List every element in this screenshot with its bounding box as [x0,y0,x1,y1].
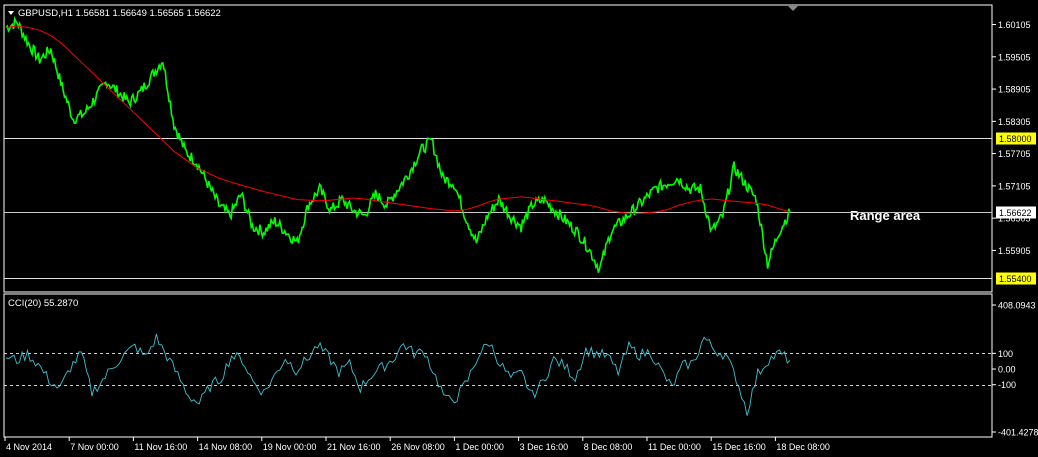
time-tick-label: 11 Nov 16:00 [134,442,187,452]
chart-window: GBPUSD,H1 1.56581 1.56649 1.56565 1.5662… [0,0,1038,457]
price-tick-label: 1.59505 [998,52,1031,62]
symbol-header: GBPUSD,H1 1.56581 1.56649 1.56565 1.5662… [18,8,221,19]
price-tick-label: 1.57105 [998,181,1031,191]
cci-panel-frame [3,293,993,438]
price-tick-label: 1.58905 [998,85,1031,95]
time-tick-label: 8 Dec 08:00 [584,442,633,452]
cci-tick-label: -100 [998,380,1016,390]
price-tick-label: 1.57705 [998,149,1031,159]
cci-tick-label: -401.4278 [998,428,1038,438]
time-axis: 4 Nov 2014 7 Nov 00:00 11 Nov 16:00 14 Nov … [4,437,830,452]
price-tick-label: 1.58305 [998,117,1031,127]
time-tick-label: 26 Nov 08:00 [391,442,445,452]
time-tick-label: 4 Nov 2014 [6,442,52,452]
time-tick-label: 15 Dec 16:00 [712,442,766,452]
time-tick-label: 14 Nov 08:00 [199,442,253,452]
hline-price-label: 1.58000 [999,134,1032,144]
price-panel-frame [3,4,993,293]
cci-tick-label: 0.00 [998,365,1016,375]
cci-header: CCI(20) 55.2870 [8,298,78,309]
time-tick-label: 19 Nov 00:00 [263,442,317,452]
price-tick-label: 1.55905 [998,246,1031,256]
time-tick-label: 11 Dec 00:00 [648,442,701,452]
time-tick-label: 1 Dec 00:00 [455,442,504,452]
cci-axis: 408.0943 100 0.00 -100 -401.4278 [992,301,1038,438]
time-tick-label: 18 Dec 08:00 [776,442,830,452]
hline-price-label: 1.55400 [999,274,1032,284]
time-tick-label: 3 Dec 16:00 [520,442,569,452]
cci-tick-label: 100 [998,349,1013,359]
hline-price-label: 1.56622 [999,208,1032,218]
chart-svg: GBPUSD,H1 1.56581 1.56649 1.56565 1.5662… [3,4,1038,452]
cci-tick-label: 408.0943 [998,301,1036,311]
time-tick-label: 21 Nov 16:00 [327,442,381,452]
range-area-annotation: Range area [850,208,921,223]
price-tick-label: 1.60105 [998,20,1031,30]
time-tick-label: 7 Nov 00:00 [70,442,119,452]
